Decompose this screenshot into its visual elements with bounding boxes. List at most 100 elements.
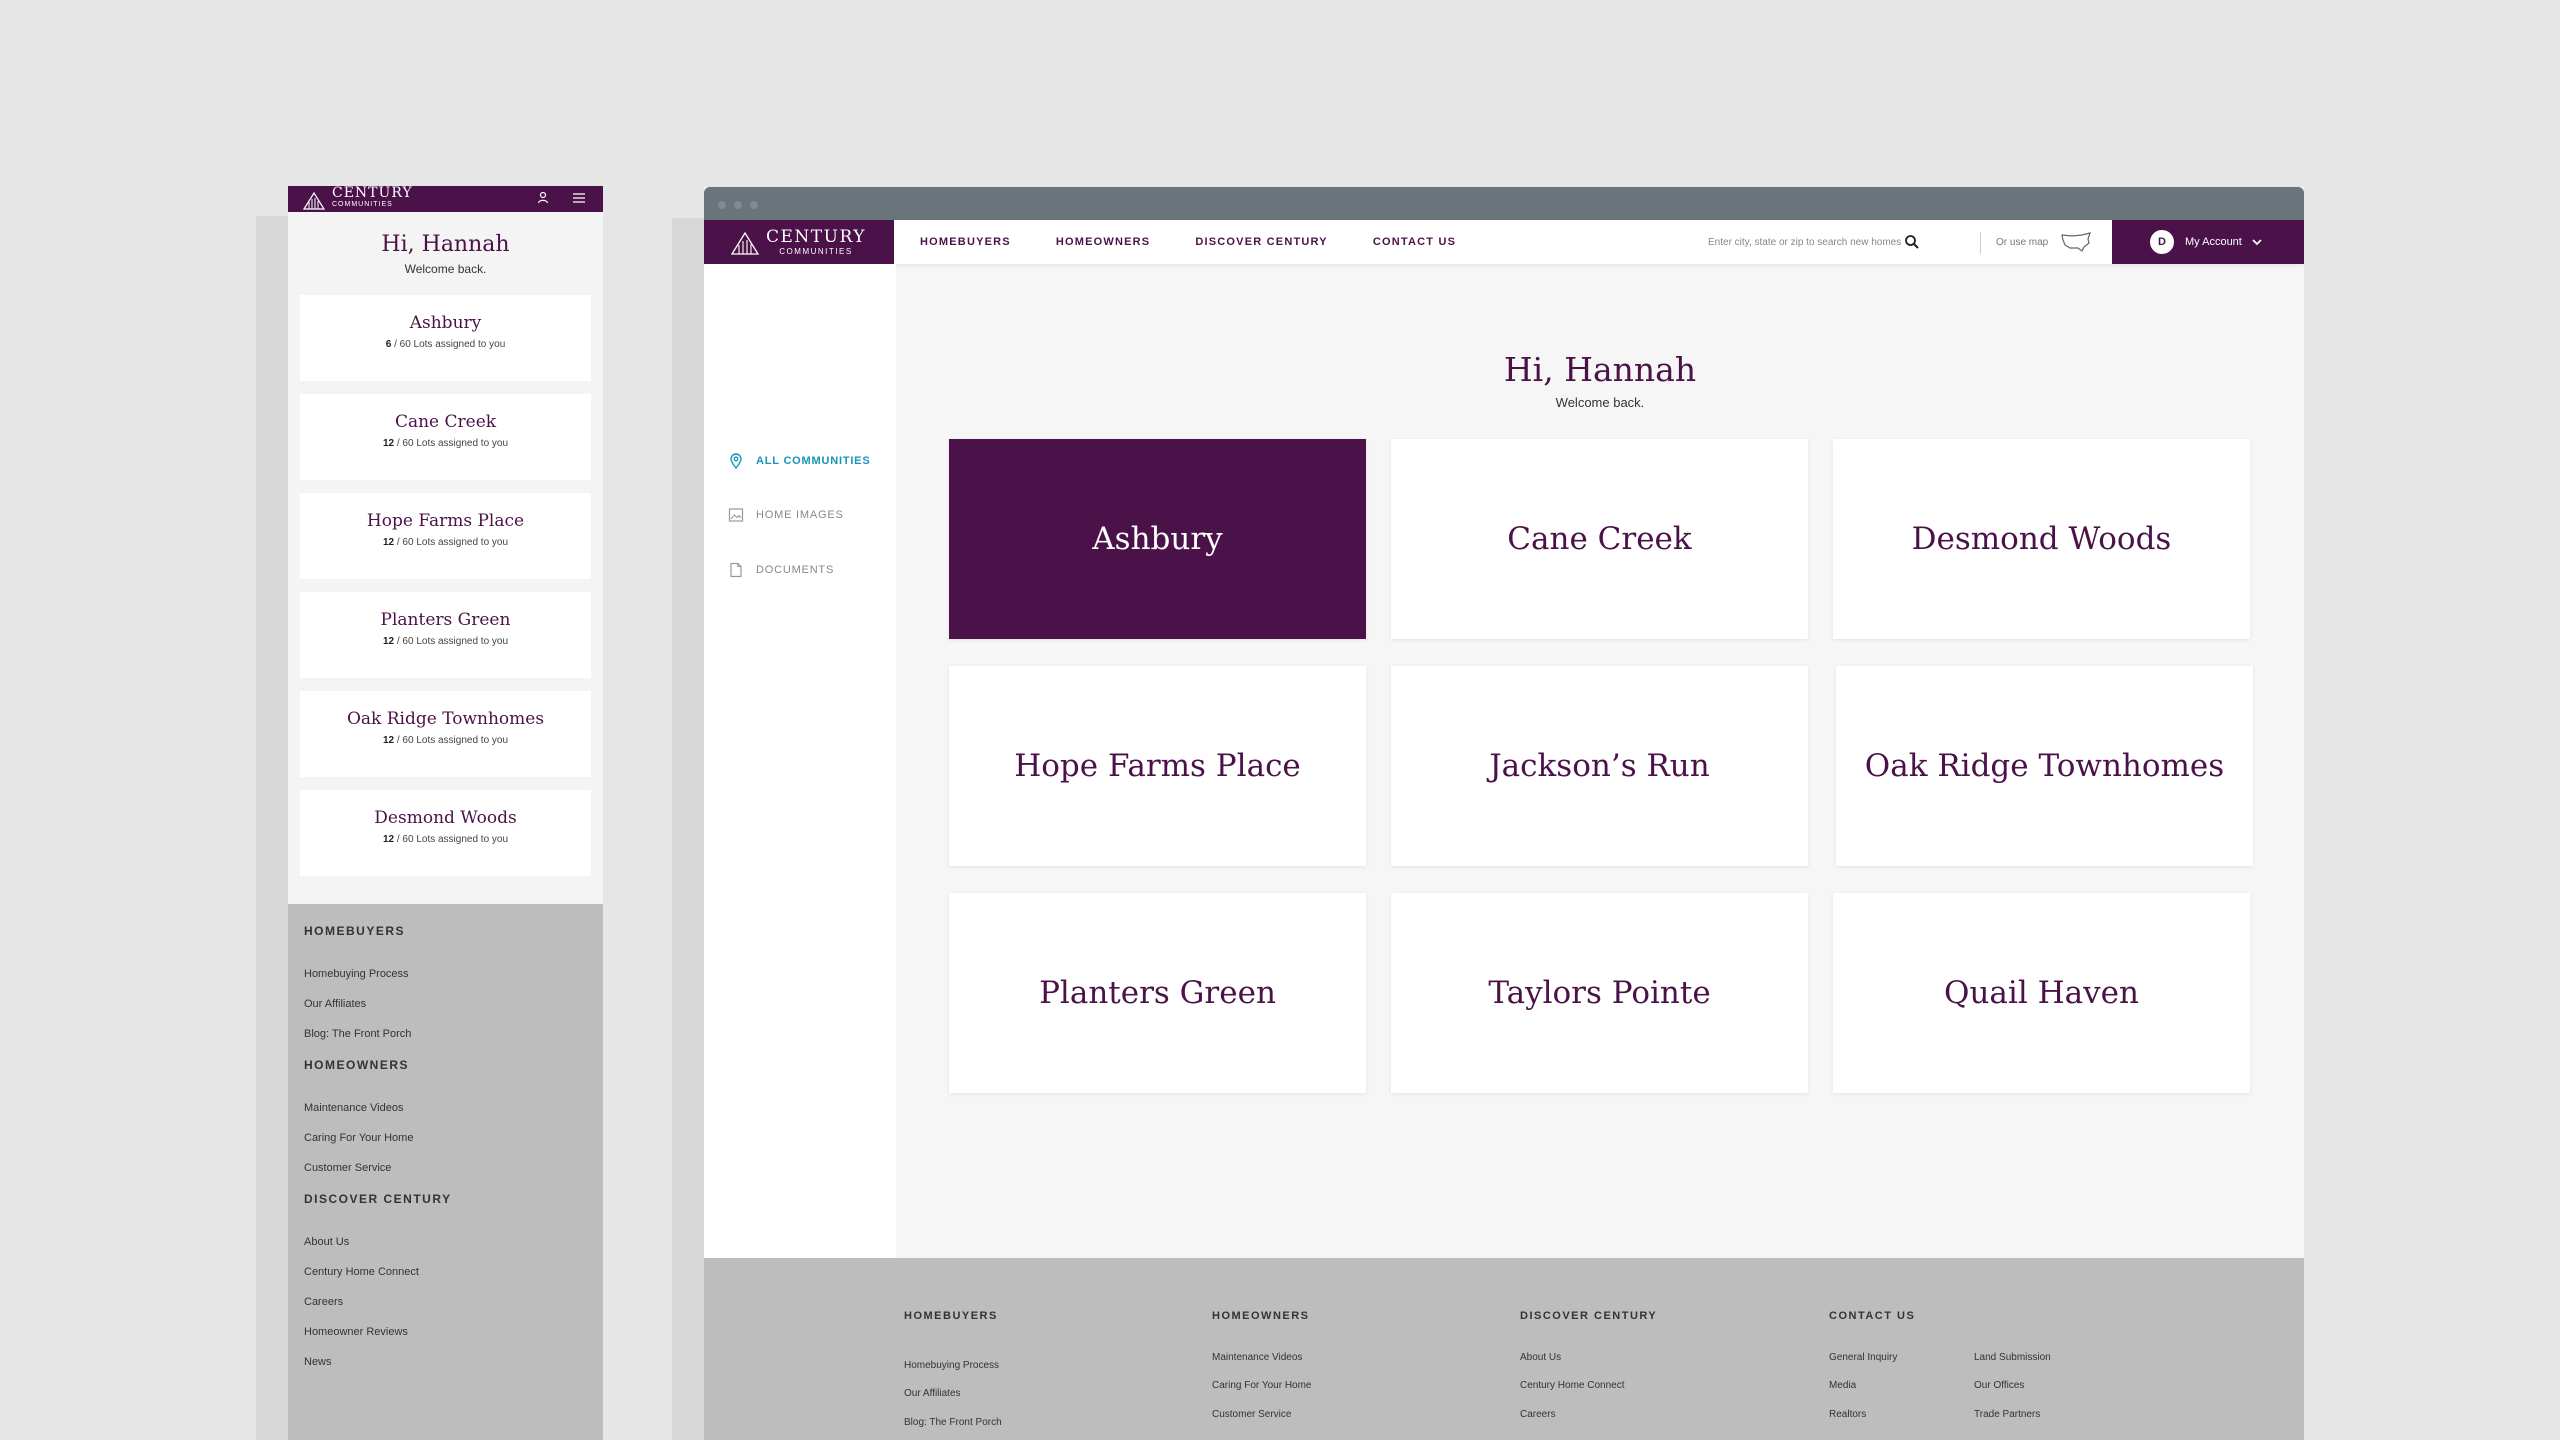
search-input[interactable]: Enter city, state or zip to search new h… bbox=[1692, 220, 1920, 264]
footer-link[interactable]: Our Affiliates bbox=[304, 998, 587, 1010]
logo-subtext: COMMUNITIES bbox=[332, 201, 393, 208]
community-name: Quail Haven bbox=[1944, 975, 2139, 1011]
footer-link[interactable]: Trade Partners bbox=[1974, 1409, 2040, 1420]
community-tile-quail-haven[interactable]: Quail Haven bbox=[1833, 893, 2250, 1093]
footer-link[interactable]: Land Submission bbox=[1974, 1352, 2051, 1363]
footer-link[interactable]: Homebuying Process bbox=[904, 1360, 999, 1371]
user-icon[interactable] bbox=[535, 190, 551, 206]
footer-section-homebuyers: HOMEBUYERS Homebuying Process Our Affili… bbox=[304, 924, 587, 1040]
community-tile-jacksons-run[interactable]: Jackson’s Run bbox=[1391, 666, 1808, 866]
footer-link[interactable]: Century Home Connect bbox=[1520, 1380, 1625, 1391]
nav-homebuyers[interactable]: HOMEBUYERS bbox=[920, 236, 1011, 248]
desktop-shadow bbox=[672, 218, 704, 1440]
greeting-title: Hi, Hannah bbox=[381, 232, 510, 257]
chevron-down-icon bbox=[2252, 239, 2262, 246]
my-account-button[interactable]: D My Account bbox=[2112, 220, 2304, 264]
footer-link[interactable]: Maintenance Videos bbox=[304, 1102, 587, 1114]
sidebar-item-documents[interactable]: DOCUMENTS bbox=[728, 562, 834, 578]
footer-link[interactable]: Careers bbox=[304, 1296, 587, 1308]
footer-link[interactable]: News bbox=[304, 1356, 587, 1368]
footer-link[interactable]: Our Affiliates bbox=[904, 1388, 961, 1399]
community-tile-taylors-pointe[interactable]: Taylors Pointe bbox=[1391, 893, 1808, 1093]
desktop-logo[interactable]: CENTURY COMMUNITIES bbox=[704, 220, 894, 264]
greeting-title: Hi, Hannah bbox=[1503, 350, 1697, 389]
document-icon bbox=[730, 562, 742, 578]
community-tile-cane-creek[interactable]: Cane Creek bbox=[1391, 439, 1808, 639]
community-name: Ashbury bbox=[409, 313, 482, 333]
logo-text: CENTURY bbox=[332, 186, 413, 201]
community-name: Ashbury bbox=[1092, 521, 1223, 557]
footer-link[interactable]: Customer Service bbox=[304, 1162, 587, 1174]
community-tile-desmond-woods[interactable]: Desmond Woods bbox=[1833, 439, 2250, 639]
desktop-greeting: Hi, Hannah Welcome back. bbox=[896, 350, 2304, 410]
window-close-dot[interactable] bbox=[718, 201, 726, 209]
footer-link[interactable]: Careers bbox=[1520, 1409, 1556, 1420]
mobile-logo[interactable]: CENTURY COMMUNITIES bbox=[302, 186, 413, 212]
lots-assigned: 12 / 60 Lots assigned to you bbox=[382, 636, 509, 647]
footer-heading: HOMEBUYERS bbox=[304, 924, 406, 938]
community-card[interactable]: Oak Ridge Townhomes 12 / 60 Lots assigne… bbox=[300, 691, 591, 777]
footer-link[interactable]: About Us bbox=[304, 1236, 587, 1248]
footer-link[interactable]: Our Offices bbox=[1974, 1380, 2024, 1391]
nav-discover-century[interactable]: DISCOVER CENTURY bbox=[1195, 236, 1327, 248]
divider bbox=[1980, 232, 1981, 254]
century-logo-icon bbox=[302, 191, 326, 210]
community-tile-hope-farms-place[interactable]: Hope Farms Place bbox=[949, 666, 1366, 866]
nav-contact-us[interactable]: CONTACT US bbox=[1373, 236, 1456, 248]
footer-heading: HOMEBUYERS bbox=[904, 1310, 998, 1322]
mobile-footer: HOMEBUYERS Homebuying Process Our Affili… bbox=[288, 904, 603, 1440]
footer-link[interactable]: Customer Service bbox=[1212, 1409, 1291, 1420]
footer-link[interactable]: Realtors bbox=[1829, 1409, 1866, 1420]
footer-link[interactable]: Caring For Your Home bbox=[304, 1132, 587, 1144]
community-card[interactable]: Desmond Woods 12 / 60 Lots assigned to y… bbox=[300, 790, 591, 876]
footer-heading: DISCOVER CENTURY bbox=[304, 1192, 452, 1206]
sidebar-item-home-images[interactable]: HOME IMAGES bbox=[728, 507, 844, 523]
community-name: Cane Creek bbox=[394, 412, 497, 432]
lots-assigned: 12 / 60 Lots assigned to you bbox=[382, 735, 509, 746]
footer-link[interactable]: General Inquiry bbox=[1829, 1352, 1897, 1363]
nav-homeowners[interactable]: HOMEOWNERS bbox=[1056, 236, 1151, 248]
menu-icon[interactable] bbox=[571, 190, 587, 206]
window-minimize-dot[interactable] bbox=[734, 201, 742, 209]
footer-link[interactable]: About Us bbox=[1520, 1352, 1561, 1363]
top-navigation: CENTURY COMMUNITIES HOMEBUYERS HOMEOWNER… bbox=[704, 220, 2304, 264]
footer-heading: HOMEOWNERS bbox=[304, 1058, 409, 1072]
footer-link[interactable]: Maintenance Videos bbox=[1212, 1352, 1302, 1363]
community-tile-planters-green[interactable]: Planters Green bbox=[949, 893, 1366, 1093]
community-card[interactable]: Hope Farms Place 12 / 60 Lots assigned t… bbox=[300, 493, 591, 579]
community-name: Desmond Woods bbox=[374, 808, 517, 828]
use-map-button[interactable]: Or use map bbox=[1996, 220, 2092, 264]
sidebar-item-all-communities[interactable]: ALL COMMUNITIES bbox=[728, 453, 870, 469]
account-label: My Account bbox=[2185, 236, 2242, 248]
use-map-label: Or use map bbox=[1996, 236, 2049, 248]
lots-assigned: 12 / 60 Lots assigned to you bbox=[382, 834, 509, 845]
footer-link[interactable]: Blog: The Front Porch bbox=[304, 1028, 587, 1040]
mobile-mockup: CENTURY COMMUNITIES Hi, Hannah Welcome b… bbox=[288, 186, 603, 1440]
footer-link[interactable]: Century Home Connect bbox=[304, 1266, 587, 1278]
community-name: Hope Farms Place bbox=[366, 511, 525, 531]
sidebar bbox=[704, 264, 896, 1264]
footer-section-homeowners: HOMEOWNERS Maintenance Videos Caring For… bbox=[304, 1058, 587, 1174]
footer-link[interactable]: Blog: The Front Porch bbox=[904, 1417, 1002, 1428]
logo-text: CENTURY bbox=[766, 226, 866, 247]
community-tile-ashbury[interactable]: Ashbury bbox=[949, 439, 1366, 639]
lots-assigned: 12 / 60 Lots assigned to you bbox=[382, 537, 509, 548]
community-card[interactable]: Planters Green 12 / 60 Lots assigned to … bbox=[300, 592, 591, 678]
footer-section-discover: DISCOVER CENTURY About Us Century Home C… bbox=[304, 1192, 587, 1368]
community-tile-oak-ridge-townhomes[interactable]: Oak Ridge Townhomes bbox=[1836, 666, 2253, 866]
image-icon bbox=[728, 508, 744, 522]
community-card[interactable]: Ashbury 6 / 60 Lots assigned to you bbox=[300, 295, 591, 381]
footer-link[interactable]: Homeowner Reviews bbox=[304, 1326, 587, 1338]
footer-link[interactable]: Media bbox=[1829, 1380, 1856, 1391]
community-name: Desmond Woods bbox=[1911, 521, 2172, 557]
greeting-subtitle: Welcome back. bbox=[404, 262, 487, 276]
footer-link[interactable]: Homebuying Process bbox=[304, 968, 587, 980]
footer-heading: CONTACT US bbox=[1829, 1310, 1916, 1322]
search-icon[interactable] bbox=[1904, 234, 1920, 250]
community-card[interactable]: Cane Creek 12 / 60 Lots assigned to you bbox=[300, 394, 591, 480]
community-name: Hope Farms Place bbox=[1014, 748, 1301, 784]
map-pin-icon bbox=[730, 453, 742, 469]
footer-link[interactable]: Caring For Your Home bbox=[1212, 1380, 1312, 1391]
desktop-mockup: CENTURY COMMUNITIES HOMEBUYERS HOMEOWNER… bbox=[704, 187, 2304, 1440]
window-maximize-dot[interactable] bbox=[750, 201, 758, 209]
